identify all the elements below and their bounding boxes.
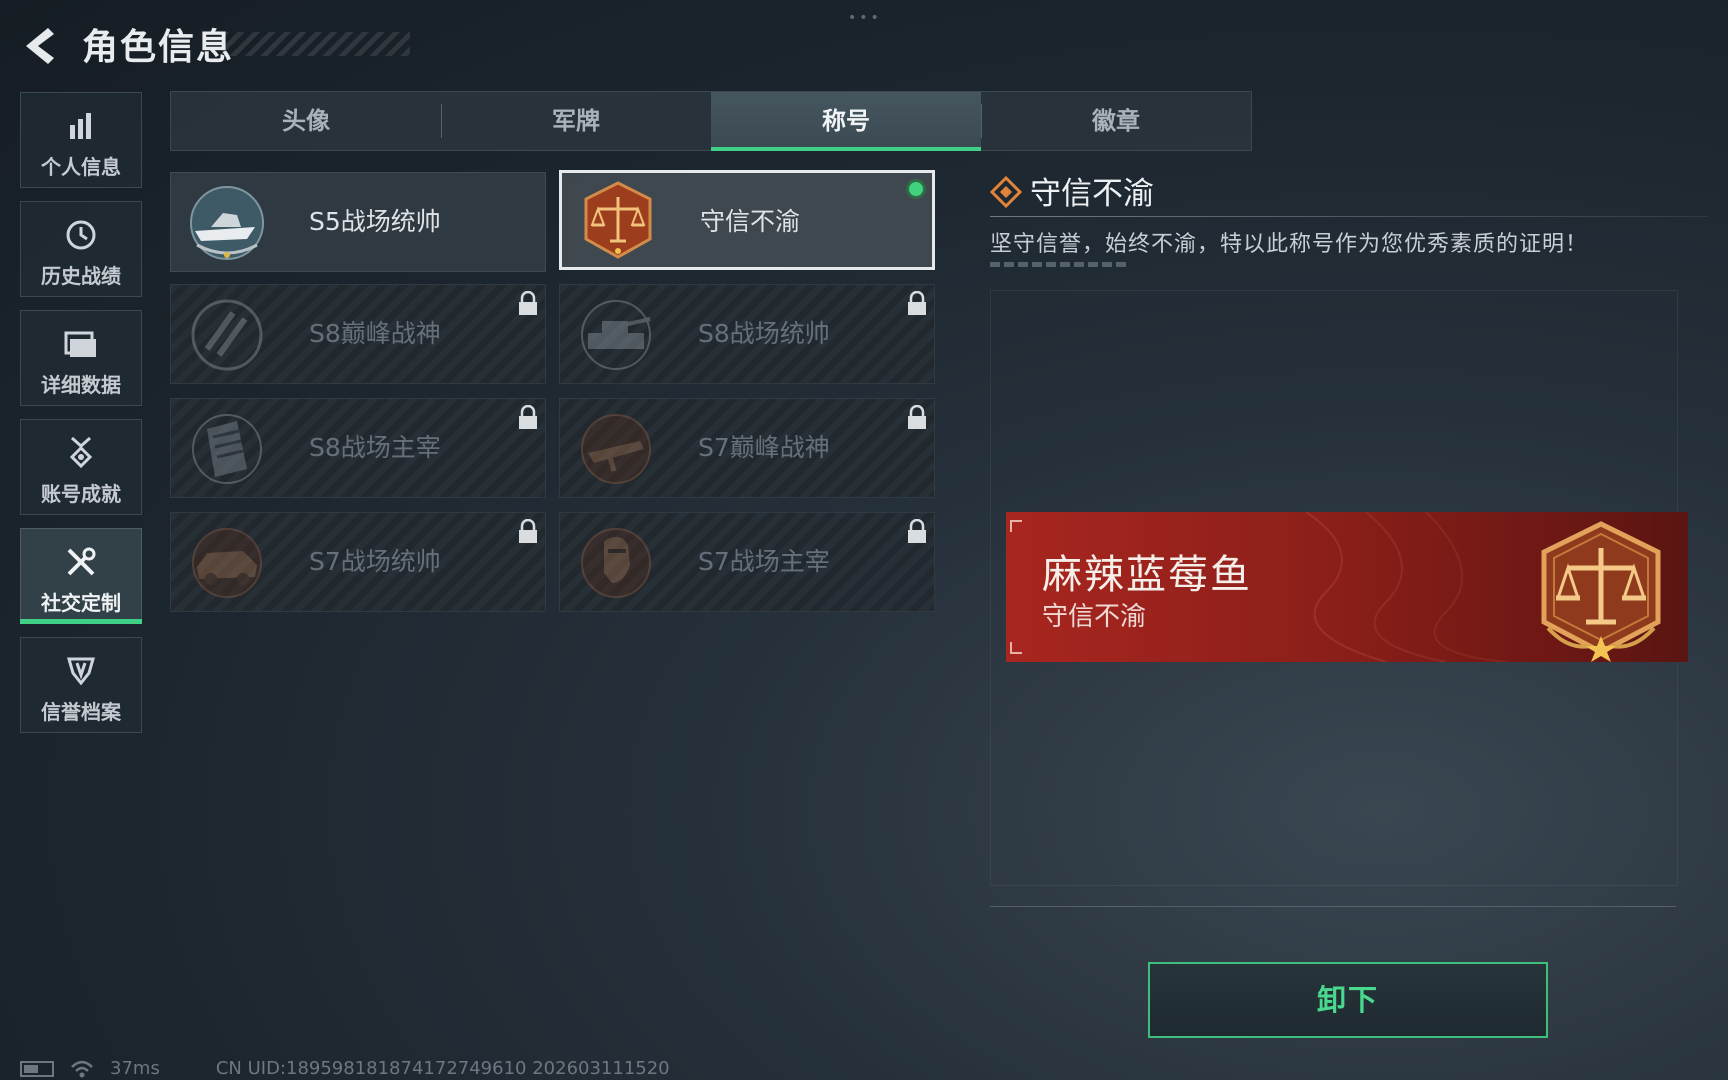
lock-icon: [519, 405, 537, 429]
building-emblem-icon: [192, 414, 262, 484]
unequip-button[interactable]: 卸下: [1148, 962, 1548, 1038]
lock-icon: [908, 291, 926, 315]
detail-dash-decoration: [990, 262, 1126, 267]
diamond-icon: [990, 176, 1022, 208]
sidebar-item-achievements[interactable]: 账号成就: [20, 419, 142, 515]
player-title: 守信不渝: [1042, 602, 1147, 632]
detail-divider: [990, 216, 1708, 217]
scales-emblem-icon: [584, 181, 652, 259]
ping-value: 37ms: [110, 1058, 160, 1079]
folder-icon: [64, 331, 96, 357]
sidebar-item-match-history[interactable]: 历史战绩: [20, 201, 142, 297]
tab-badge[interactable]: 徽章: [981, 92, 1251, 150]
title-card-s8-peak-god[interactable]: S8巅峰战神: [170, 284, 546, 384]
title-name: S8战场主宰: [309, 433, 441, 462]
title-card-s8-commander[interactable]: S8战场统帅: [559, 284, 935, 384]
title-card-s7-commander[interactable]: S7战场统帅: [170, 512, 546, 612]
tab-title[interactable]: 称号: [711, 92, 981, 151]
title-preview-banner: 麻辣蓝莓鱼 守信不渝: [1006, 512, 1688, 662]
scales-emblem-icon: [1541, 521, 1661, 662]
uid-text: CN UID:1895981818741727496​10 2026031115…: [215, 1058, 670, 1079]
history-clock-icon: [66, 220, 96, 250]
tank-emblem-icon: [581, 300, 651, 370]
banner-corner: [1010, 642, 1022, 654]
title-card-s7-peak-god[interactable]: S7巅峰战神: [559, 398, 935, 498]
title-card-keep-faith[interactable]: 守信不渝: [559, 170, 935, 270]
sidebar-item-label: 详细数据: [41, 373, 121, 397]
battery-icon: [20, 1060, 54, 1077]
tools-icon: [67, 547, 96, 576]
shield-badge-icon: [67, 657, 95, 686]
title-name: S7战场统帅: [309, 547, 441, 576]
wifi-icon: [71, 1060, 93, 1077]
page-title: 角色信息: [82, 27, 235, 68]
player-name: 麻辣蓝莓鱼: [1042, 552, 1252, 598]
soldier-emblem-icon: [581, 528, 651, 598]
slash-emblem-icon: [191, 299, 263, 371]
boat-emblem-icon: [190, 186, 264, 260]
vehicle-emblem-icon: [192, 528, 262, 598]
sidebar-item-label: 社交定制: [41, 591, 121, 615]
banner-corner: [1010, 520, 1022, 532]
sidebar-item-credit-record[interactable]: 信誉档案: [20, 637, 142, 733]
sidebar-item-label: 个人信息: [41, 155, 121, 179]
title-name: S8巅峰战神: [309, 319, 441, 348]
title-name: S8战场统帅: [698, 319, 830, 348]
sidebar-item-personal-info[interactable]: 个人信息: [20, 92, 142, 188]
sidebar-item-detailed-data[interactable]: 详细数据: [20, 310, 142, 406]
panel-divider: [990, 906, 1676, 907]
sidebar-item-label: 历史战绩: [41, 264, 121, 288]
title-name: S7战场主宰: [698, 547, 830, 576]
top-dots-decoration: •••: [848, 10, 882, 26]
lock-icon: [908, 519, 926, 543]
title-name: 守信不渝: [700, 207, 801, 236]
equipped-indicator: [906, 179, 926, 199]
lock-icon: [519, 291, 537, 315]
tab-avatar[interactable]: 头像: [171, 92, 441, 150]
lock-icon: [519, 519, 537, 543]
back-arrow-icon: [26, 28, 54, 64]
tab-dog-tag[interactable]: 军牌: [441, 92, 711, 150]
rifle-emblem-icon: [581, 414, 651, 484]
title-name: S7巅峰战神: [698, 433, 830, 462]
lock-icon: [908, 405, 926, 429]
detail-description: 坚守信誉，始终不渝，特以此称号作为您优秀素质的证明！: [990, 232, 1589, 257]
sidebar-item-social-custom[interactable]: 社交定制: [20, 528, 142, 624]
back-button[interactable]: [18, 22, 62, 66]
sidebar-item-label: 账号成就: [41, 482, 121, 506]
medal-icon: [69, 436, 93, 469]
title-name: S5战场统帅: [309, 207, 441, 236]
active-indicator: [20, 619, 142, 624]
detail-title: 守信不渝: [1030, 176, 1154, 212]
sidebar-item-label: 信誉档案: [41, 700, 121, 724]
title-card-s5-commander[interactable]: S5战场统帅: [170, 172, 546, 272]
title-decoration: [222, 32, 410, 56]
title-card-s7-dominator[interactable]: S7战场主宰: [559, 512, 935, 612]
category-tabs: 头像 军牌 称号 徽章: [170, 91, 1252, 151]
status-bar: 37ms CN UID:1895981818741727496​10 20260…: [20, 1058, 670, 1079]
title-card-s8-dominator[interactable]: S8战场主宰: [170, 398, 546, 498]
bar-chart-icon: [70, 113, 91, 139]
